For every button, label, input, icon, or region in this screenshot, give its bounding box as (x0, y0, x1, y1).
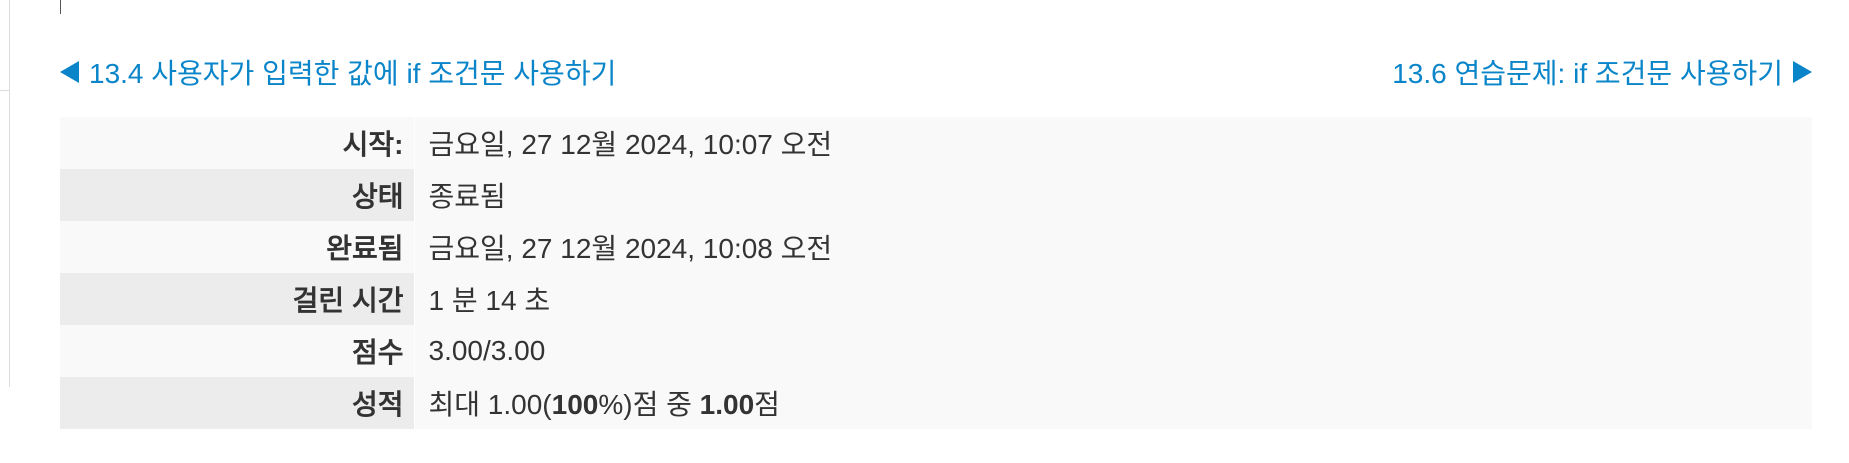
table-row: 성적 최대 1.00(100%)점 중 1.00점 (60, 377, 1812, 429)
next-activity-label: 13.6 연습문제: if 조건문 사용하기 (1392, 58, 1783, 89)
next-activity-link[interactable]: 13.6 연습문제: if 조건문 사용하기 (1392, 52, 1812, 92)
triangle-right-icon (1793, 61, 1812, 83)
grade-score: 1.00 (699, 389, 755, 420)
panel-divider (0, 90, 9, 91)
table-row: 시작: 금요일, 27 12월 2024, 10:07 오전 (60, 117, 1812, 169)
grade-middle: %)점 중 (598, 389, 700, 420)
state-value: 종료됨 (414, 169, 1812, 221)
table-row: 점수 3.00/3.00 (60, 325, 1812, 377)
prev-activity-link[interactable]: 13.4 사용자가 입력한 값에 if 조건문 사용하기 (60, 52, 616, 92)
time-taken-value: 1 분 14 초 (414, 273, 1812, 325)
time-taken-label: 걸린 시간 (60, 273, 415, 325)
triangle-left-icon (60, 61, 79, 83)
prev-activity-label: 13.4 사용자가 입력한 값에 if 조건문 사용하기 (89, 58, 617, 89)
started-label: 시작: (60, 117, 415, 169)
marks-value: 3.00/3.00 (414, 325, 1812, 377)
table-row: 걸린 시간 1 분 14 초 (60, 273, 1812, 325)
table-row: 상태 종료됨 (60, 169, 1812, 221)
grade-suffix: 점 (754, 389, 780, 420)
quiz-summary-table: 시작: 금요일, 27 12월 2024, 10:07 오전 상태 종료됨 완료… (60, 117, 1812, 429)
started-value: 금요일, 27 12월 2024, 10:07 오전 (414, 117, 1812, 169)
marks-label: 점수 (60, 325, 415, 377)
grade-value: 최대 1.00(100%)점 중 1.00점 (414, 377, 1812, 429)
left-panel-edge (0, 0, 10, 387)
text-cursor (60, 0, 61, 14)
table-row: 완료됨 금요일, 27 12월 2024, 10:08 오전 (60, 221, 1812, 273)
grade-percent: 100 (551, 389, 599, 420)
completed-label: 완료됨 (60, 221, 415, 273)
grade-label: 성적 (60, 377, 415, 429)
completed-value: 금요일, 27 12월 2024, 10:08 오전 (414, 221, 1812, 273)
state-label: 상태 (60, 169, 415, 221)
grade-prefix: 최대 1.00( (428, 389, 552, 420)
activity-navigation: 13.4 사용자가 입력한 값에 if 조건문 사용하기 13.6 연습문제: … (60, 51, 1812, 93)
